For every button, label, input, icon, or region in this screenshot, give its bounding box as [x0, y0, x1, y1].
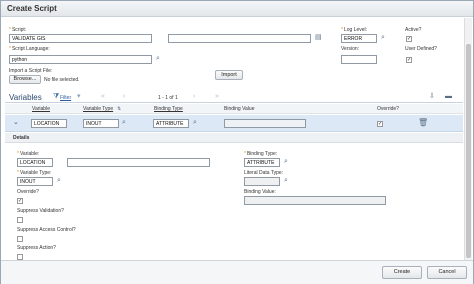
detail-variable-type-lookup-icon[interactable]: ⌕	[57, 177, 61, 185]
script-description-field[interactable]	[168, 34, 311, 43]
detail-binding-type-field[interactable]: ATTRIBUTE	[244, 158, 280, 167]
col-binding-value: Binding Value	[224, 106, 255, 112]
import-button[interactable]: Import	[215, 70, 243, 80]
col-variable[interactable]: Variable	[32, 106, 50, 112]
suppress-validation-label: Suppress Validation?	[17, 208, 64, 214]
suppress-action-label: Suppress Action?	[17, 245, 56, 251]
cancel-button[interactable]: Cancel	[427, 266, 467, 279]
pager-text: 1 - 1 of 1	[158, 95, 178, 101]
row-override-checkbox[interactable]: ✓	[377, 121, 383, 127]
col-binding-type[interactable]: Binding Type	[154, 106, 183, 112]
literal-data-type-label: Literal Data Type:	[244, 170, 284, 176]
filter-icon[interactable]: ⧩	[53, 93, 59, 101]
literal-type-lookup-icon[interactable]: ⌕	[284, 177, 288, 185]
detail-variable-description-field[interactable]	[67, 158, 210, 167]
previous-page-icon[interactable]: ‹	[123, 93, 125, 101]
detail-variable-type-field[interactable]: INOUT	[17, 177, 53, 186]
detail-variable-type-label: Variable Type:	[17, 170, 52, 176]
detail-override-checkbox[interactable]: ✓	[17, 198, 23, 204]
filter-menu-icon[interactable]: ▾	[77, 93, 81, 101]
variable-type-lookup-icon[interactable]: ⌕	[122, 119, 126, 127]
variables-table-header: Variable Variable Type ⇅ Binding Type Bi…	[5, 104, 463, 114]
dialog-title: Create Script	[7, 4, 57, 13]
language-field[interactable]: python	[9, 55, 152, 64]
detail-variable-field[interactable]: LOCATION	[17, 158, 53, 167]
version-field[interactable]	[341, 55, 377, 64]
literal-data-type-field[interactable]	[244, 177, 280, 186]
user-defined-label: User Defined?	[405, 46, 437, 52]
suppress-access-checkbox[interactable]	[17, 236, 23, 242]
sort-icon[interactable]: ⇅	[117, 105, 121, 113]
dialog-footer: Create Cancel	[1, 260, 473, 284]
no-file-text: No file selected.	[44, 77, 80, 83]
user-defined-checkbox[interactable]: ✓	[406, 57, 412, 63]
active-checkbox[interactable]: ✓	[406, 36, 412, 42]
table-row[interactable]: ⌄ LOCATION INOUT ⌕ ATTRIBUTE ⌕ ✓ 🗑	[5, 115, 463, 132]
collapse-section-icon[interactable]: ▬	[445, 93, 452, 101]
variables-section-header: Variables ⧩ Filter ▾ « ‹ 1 - 1 of 1 › » …	[5, 92, 463, 103]
trash-icon[interactable]: 🗑	[418, 119, 428, 127]
filter-link[interactable]: Filter	[60, 95, 71, 101]
language-lookup-icon[interactable]: ⌕	[156, 55, 160, 63]
language-label: Script Language:	[9, 46, 50, 52]
first-page-icon[interactable]: «	[101, 93, 105, 101]
log-level-lookup-icon[interactable]: ⌕	[381, 34, 385, 42]
scrollbar-thumb[interactable]	[466, 44, 471, 258]
download-icon[interactable]: ⇩	[429, 93, 435, 101]
col-variable-type[interactable]: Variable Type	[83, 106, 113, 112]
col-override: Override?	[377, 106, 399, 112]
row-binding-value-field[interactable]	[224, 119, 306, 128]
log-level-field[interactable]: ERROR	[341, 34, 377, 43]
scrollbar[interactable]	[464, 18, 472, 261]
detail-override-label: Override?	[17, 189, 39, 195]
import-file-label: Import a Script File:	[9, 68, 53, 74]
script-name-field[interactable]: VALIDATE GIS	[9, 34, 152, 43]
details-title: Details	[13, 135, 30, 141]
dialog-titlebar: Create Script	[1, 1, 473, 17]
variables-title: Variables	[9, 93, 42, 102]
browse-button[interactable]: Browse...	[9, 75, 41, 84]
suppress-validation-checkbox[interactable]	[17, 217, 23, 223]
detail-binding-value-field[interactable]	[244, 196, 386, 205]
log-level-label: Log Level:	[341, 27, 367, 33]
detail-binding-type-label: Binding Type:	[244, 151, 277, 157]
binding-type-lookup-icon[interactable]: ⌕	[193, 119, 197, 127]
create-button[interactable]: Create	[382, 266, 422, 279]
suppress-access-label: Suppress Access Control?	[17, 227, 76, 233]
detail-binding-value-label: Binding Value:	[244, 189, 276, 195]
row-binding-type-field[interactable]: ATTRIBUTE	[153, 119, 189, 128]
next-page-icon[interactable]: ›	[193, 93, 195, 101]
last-page-icon[interactable]: »	[215, 93, 219, 101]
row-variable-field[interactable]: LOCATION	[31, 119, 67, 128]
active-label: Active?	[405, 27, 422, 33]
detail-variable-label: Variable:	[17, 151, 39, 157]
row-variable-type-field[interactable]: INOUT	[83, 119, 119, 128]
long-description-icon[interactable]: ▤	[315, 34, 322, 42]
expand-row-icon[interactable]: ⌄	[13, 119, 19, 127]
version-label: Version:	[341, 46, 360, 52]
script-label: Script:	[9, 27, 26, 33]
detail-binding-type-lookup-icon[interactable]: ⌕	[284, 158, 288, 166]
details-header: Details	[5, 133, 463, 143]
create-script-dialog: Create Script Script: VALIDATE GIS ▤ Log…	[0, 0, 474, 284]
